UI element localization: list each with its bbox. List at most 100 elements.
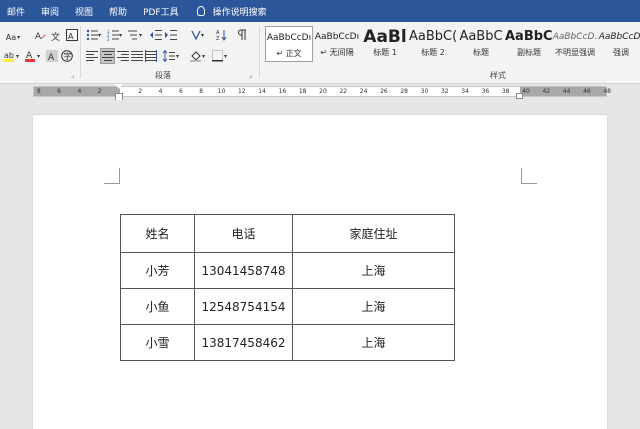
justify-icon[interactable]	[131, 49, 143, 63]
font-dialog-launcher-icon[interactable]: ⌟	[71, 71, 74, 79]
sort-icon[interactable]: AZ	[216, 28, 228, 42]
increase-indent-icon[interactable]	[165, 28, 177, 42]
svg-text:▾: ▾	[201, 32, 204, 39]
contact-table[interactable]: 姓名 电话 家庭住址 小芳 13041458748 上海 小鱼 12548754…	[120, 214, 455, 361]
change-case-button[interactable]: Aa ▾	[4, 30, 22, 44]
table-header-cell[interactable]: 姓名	[120, 214, 195, 253]
phonetic-guide-icon[interactable]: 文	[50, 28, 62, 42]
clear-formatting-icon[interactable]: A	[34, 28, 46, 42]
tab-help[interactable]: 帮助	[101, 0, 135, 22]
style-title[interactable]: AaBbC 标题	[457, 26, 505, 62]
chinese-layout-icon[interactable]: ▾	[190, 28, 208, 42]
table-cell[interactable]: 上海	[292, 252, 455, 289]
styles-gallery: AaBbCcDı ↵ 正文 AaBbCcDı ↵ 无间隔 AaBl 标题 1 A…	[263, 24, 640, 64]
ruler-number: 14	[258, 88, 266, 95]
align-center-icon[interactable]	[100, 48, 115, 64]
svg-text:文: 文	[51, 31, 60, 41]
tell-me-search[interactable]: 操作说明搜索	[187, 5, 267, 18]
font-color-icon[interactable]: A ▾	[24, 49, 44, 63]
ruler-number: 10	[217, 88, 226, 95]
style-heading-2[interactable]: AaBbC( 标题 2	[409, 26, 457, 62]
distributed-icon[interactable]	[145, 49, 157, 63]
change-case-label: Aa	[5, 32, 17, 42]
table-header-cell[interactable]: 电话	[194, 214, 293, 253]
ruler-number: 20	[319, 88, 327, 95]
ruler-number: 12	[237, 88, 246, 95]
table-cell[interactable]: 小芳	[120, 252, 195, 289]
tab-view[interactable]: 视图	[67, 0, 101, 22]
numbering-icon[interactable]: 1 2 3 ▾	[106, 28, 124, 42]
svg-text:▾: ▾	[139, 32, 142, 39]
right-indent-marker[interactable]	[516, 93, 523, 99]
ruler-number: 6	[57, 88, 62, 95]
ruler-number: 8	[36, 88, 41, 95]
table-header-cell[interactable]: 家庭住址	[292, 214, 455, 253]
character-shading-icon[interactable]: A	[46, 49, 58, 63]
style-name: ↵ 无间隔	[320, 48, 354, 57]
bullets-icon[interactable]: ▾	[85, 28, 103, 42]
shading-icon[interactable]: ▾	[190, 49, 208, 63]
decrease-indent-icon[interactable]	[150, 28, 162, 42]
ruler-number: 38	[501, 88, 510, 95]
svg-text:▾: ▾	[176, 53, 179, 60]
align-left-icon[interactable]	[86, 49, 98, 63]
lines-glyph	[131, 50, 143, 62]
style-preview: AaBbC(	[409, 29, 457, 44]
svg-text:▾: ▾	[98, 32, 101, 39]
lines-glyph	[86, 50, 98, 62]
tab-pdf-tools[interactable]: PDF工具	[135, 0, 187, 22]
ruler-number: 18	[298, 88, 307, 95]
highlight-color-icon[interactable]: ab ▾	[3, 49, 23, 63]
style-name: 强调	[613, 48, 629, 57]
style-no-spacing[interactable]: AaBbCcDı ↵ 无间隔	[313, 26, 361, 62]
ruler-number: 4	[158, 88, 163, 95]
table-cell[interactable]: 12548754154	[194, 288, 293, 325]
crop-mark-top-right	[521, 168, 537, 184]
style-name: 副标题	[517, 48, 541, 57]
lines-glyph	[101, 50, 114, 62]
ruler-number: 48	[603, 88, 612, 95]
style-normal[interactable]: AaBbCcDı ↵ 正文	[265, 26, 313, 62]
paragraph-dialog-launcher-icon[interactable]: ⌟	[249, 71, 252, 79]
svg-text:▾: ▾	[224, 53, 227, 60]
svg-text:Z: Z	[216, 36, 220, 41]
line-spacing-icon[interactable]: ▾	[163, 49, 181, 63]
table-cell[interactable]: 小雪	[120, 324, 195, 361]
ruler-number: 26	[380, 88, 388, 95]
enclose-characters-icon[interactable]: 字	[61, 49, 73, 63]
svg-text:ab: ab	[4, 51, 14, 60]
style-preview: AaBbC(	[505, 29, 553, 44]
table-cell[interactable]: 小鱼	[120, 288, 195, 325]
paragraph-group-label: 段落	[155, 71, 171, 80]
tab-mailings[interactable]: 邮件	[0, 0, 33, 22]
table-cell[interactable]: 13817458462	[194, 324, 293, 361]
svg-text:3: 3	[107, 37, 110, 41]
show-paragraph-marks-icon[interactable]	[236, 28, 248, 42]
style-name: 标题 1	[373, 48, 397, 57]
borders-icon[interactable]: ▾	[212, 49, 230, 63]
table-cell[interactable]: 上海	[292, 324, 455, 361]
table-row: 小雪 13817458462 上海	[120, 324, 455, 361]
style-name: 不明显强调	[555, 48, 595, 57]
style-name: ↵ 正文	[276, 49, 302, 58]
align-right-icon[interactable]	[117, 49, 129, 63]
svg-text:A: A	[48, 53, 55, 62]
multilevel-list-icon[interactable]: ▾	[127, 28, 145, 42]
first-line-indent-marker[interactable]	[115, 84, 123, 89]
ruler-number: 36	[481, 88, 490, 95]
svg-text:A: A	[35, 32, 42, 41]
dropdown-arrow: ▾	[17, 33, 21, 41]
table-row: 小鱼 12548754154 上海	[120, 288, 455, 325]
ruler-number: 40	[522, 88, 530, 95]
tab-review[interactable]: 审阅	[33, 0, 67, 22]
style-subtitle[interactable]: AaBbC( 副标题	[505, 26, 553, 62]
table-cell[interactable]: 13041458748	[194, 252, 293, 289]
character-border-icon[interactable]: A	[66, 28, 78, 42]
style-subtle-emphasis[interactable]: AaBbCcD. 不明显强调	[551, 26, 599, 62]
table-cell[interactable]: 上海	[292, 288, 455, 325]
ruler-number: 22	[339, 88, 348, 95]
style-heading-1[interactable]: AaBl 标题 1	[361, 26, 409, 62]
styles-group-label: 样式	[490, 71, 506, 80]
ruler-number: 30	[420, 88, 429, 95]
style-emphasis[interactable]: AaBbCcD. 强调	[597, 26, 640, 62]
